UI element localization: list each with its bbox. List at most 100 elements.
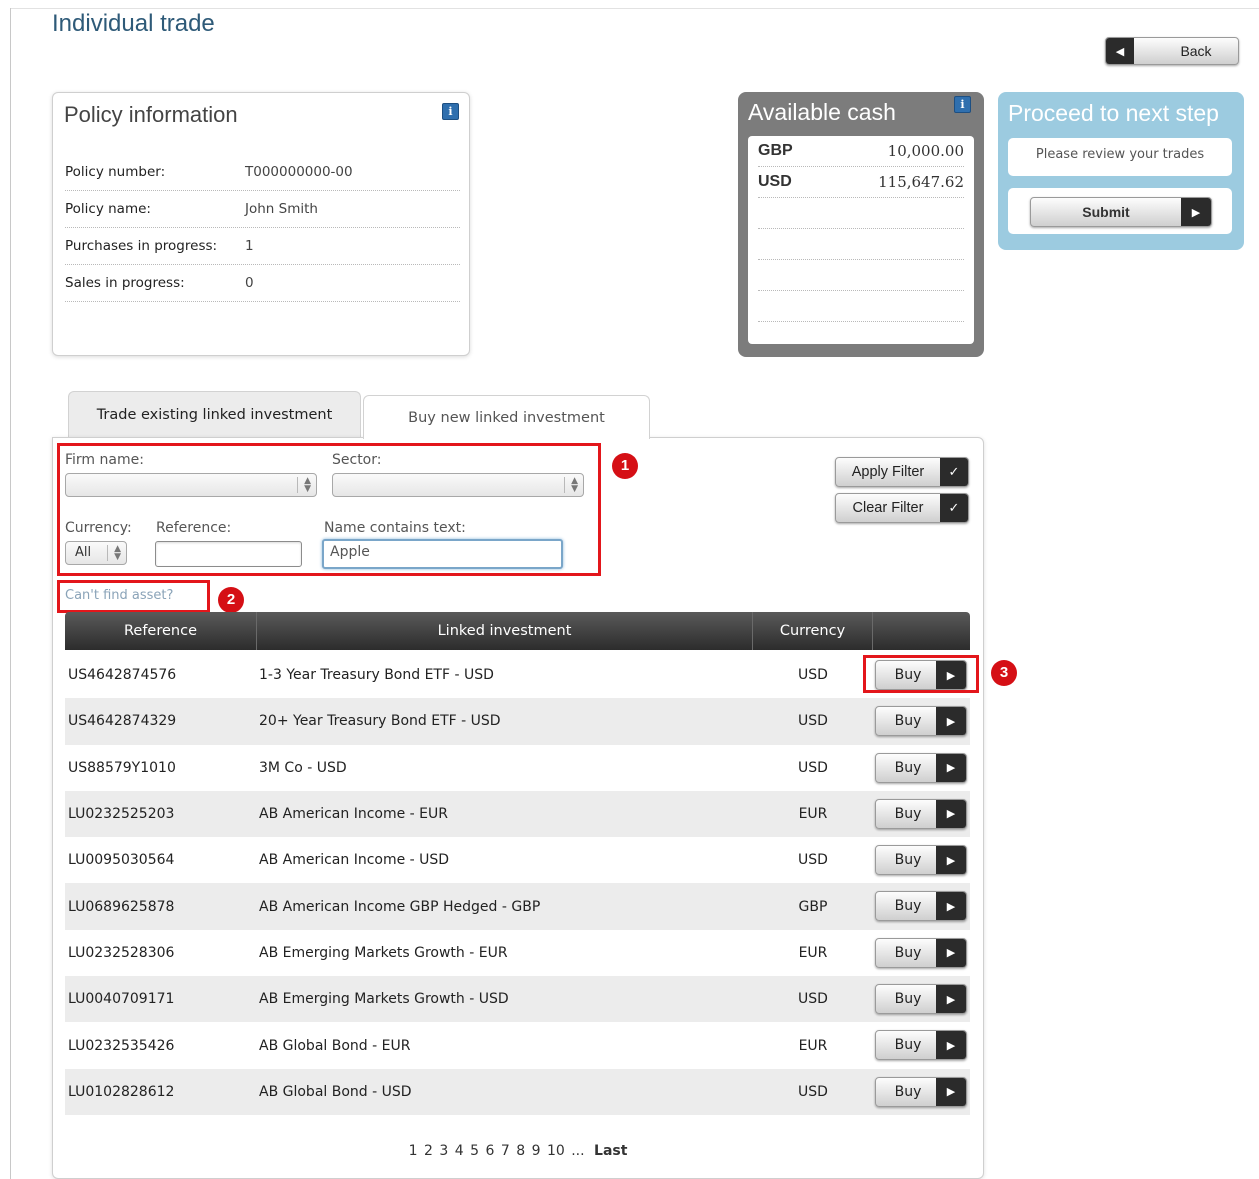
cell-currency: USD — [798, 759, 828, 776]
cell-linked-investment: AB Global Bond - EUR — [259, 1037, 411, 1054]
submit-container: Submit ▶ — [1008, 188, 1232, 234]
back-button[interactable]: ◀ Back — [1105, 37, 1239, 65]
cell-currency: USD — [798, 991, 828, 1008]
cell-currency: USD — [798, 667, 828, 684]
buy-button[interactable]: Buy ▶ — [875, 984, 967, 1015]
proceed-card: Proceed to next step Please review your … — [998, 92, 1244, 250]
table-row: LU0232525203 AB American Income - EUR EU… — [65, 790, 970, 838]
callout-box-filters — [57, 443, 601, 576]
buy-button[interactable]: Buy ▶ — [875, 1076, 967, 1107]
cell-currency: EUR — [798, 806, 828, 823]
buy-button-label: Buy — [894, 713, 922, 730]
buy-button[interactable]: Buy ▶ — [875, 845, 967, 876]
page-ellipsis: ... — [571, 1143, 585, 1159]
policy-row: Policy name: John Smith — [65, 191, 460, 228]
cash-info-icon[interactable]: i — [954, 96, 971, 113]
cell-reference: US88579Y1010 — [68, 759, 176, 776]
cash-amount: 115,647.62 — [878, 173, 964, 191]
proceed-card-title: Proceed to next step — [1008, 100, 1219, 126]
cash-row-empty — [758, 260, 964, 291]
back-arrow-icon: ◀ — [1106, 38, 1134, 64]
table-row: LU0040709171 AB Emerging Markets Growth … — [65, 976, 970, 1023]
cell-reference: LU0232528306 — [68, 944, 175, 961]
play-arrow-icon: ▶ — [936, 985, 966, 1014]
cell-reference: LU0232535426 — [68, 1037, 175, 1054]
cell-currency: USD — [798, 852, 828, 869]
page-link-6[interactable]: 6 — [485, 1143, 494, 1159]
cash-amount: 10,000.00 — [887, 142, 964, 160]
page-link-2[interactable]: 2 — [424, 1143, 433, 1159]
buy-button[interactable]: Buy ▶ — [875, 706, 967, 737]
frame-top-border — [10, 8, 1259, 9]
buy-button[interactable]: Buy ▶ — [875, 1030, 967, 1061]
play-arrow-icon: ▶ — [936, 799, 966, 828]
purchases-in-progress-label: Purchases in progress: — [65, 238, 218, 254]
buy-button[interactable]: Buy ▶ — [875, 752, 967, 783]
available-cash-card: Available cash i GBP 10,000.00 USD 115,6… — [738, 92, 984, 357]
policy-row: Policy number: T000000000-00 — [65, 154, 460, 191]
investment-table-body: US4642874576 1-3 Year Treasury Bond ETF … — [65, 652, 970, 1115]
buy-button[interactable]: Buy ▶ — [875, 937, 967, 968]
tab-buy-new[interactable]: Buy new linked investment — [363, 395, 650, 439]
table-header: Reference Linked investment Currency — [65, 612, 970, 650]
table-row: US4642874576 1-3 Year Treasury Bond ETF … — [65, 652, 970, 698]
page-link-3[interactable]: 3 — [439, 1143, 448, 1159]
table-row: LU0232528306 AB Emerging Markets Growth … — [65, 930, 970, 976]
tab-trade-existing[interactable]: Trade existing linked investment — [68, 391, 361, 437]
cash-row-empty — [758, 229, 964, 260]
page-link-8[interactable]: 8 — [516, 1143, 525, 1159]
callout-badge-1: 1 — [612, 453, 638, 479]
cell-reference: US4642874329 — [68, 713, 177, 730]
submit-button-label: Submit — [1082, 204, 1130, 220]
buy-button-label: Buy — [894, 944, 922, 961]
proceed-message: Please review your trades — [1008, 138, 1232, 176]
page-link-last[interactable]: Last — [594, 1143, 627, 1159]
page-link-10[interactable]: 10 — [547, 1143, 565, 1159]
policy-info-icon[interactable]: i — [442, 103, 459, 120]
cell-linked-investment: 1-3 Year Treasury Bond ETF - USD — [259, 667, 494, 684]
apply-filter-button[interactable]: Apply Filter ✓ — [835, 457, 969, 487]
buy-button[interactable]: Buy ▶ — [875, 891, 967, 922]
sales-in-progress-label: Sales in progress: — [65, 275, 185, 291]
cell-reference: LU0040709171 — [68, 991, 175, 1008]
callout-box-cant-find — [57, 580, 210, 613]
buy-button-label: Buy — [894, 991, 922, 1008]
sales-in-progress-value: 0 — [245, 275, 254, 291]
header-linked-investment: Linked investment — [257, 612, 753, 650]
back-button-label: Back — [1180, 43, 1212, 59]
table-row: US88579Y1010 3M Co - USD USD Buy ▶ — [65, 745, 970, 791]
page-link-7[interactable]: 7 — [501, 1143, 510, 1159]
page-link-5[interactable]: 5 — [470, 1143, 479, 1159]
clear-filter-label: Clear Filter — [852, 500, 924, 516]
cell-currency: USD — [798, 713, 828, 730]
policy-card-title: Policy information — [64, 102, 238, 127]
pagination: 1 2 3 4 5 6 7 8 9 10 ... Last — [0, 1143, 1036, 1159]
policy-name-value: John Smith — [245, 201, 318, 217]
clear-filter-button[interactable]: Clear Filter ✓ — [835, 493, 969, 523]
cell-linked-investment: AB American Income GBP Hedged - GBP — [259, 898, 541, 915]
cash-row-empty — [758, 291, 964, 322]
cell-linked-investment: 20+ Year Treasury Bond ETF - USD — [259, 713, 501, 730]
check-icon: ✓ — [940, 458, 968, 486]
policy-information-card: Policy information i Policy number: T000… — [52, 92, 470, 356]
policy-number-value: T000000000-00 — [245, 164, 353, 180]
page-link-4[interactable]: 4 — [455, 1143, 464, 1159]
submit-arrow-icon: ▶ — [1181, 198, 1211, 226]
check-icon: ✓ — [940, 494, 968, 522]
purchases-in-progress-value: 1 — [245, 238, 254, 254]
page-link-9[interactable]: 9 — [532, 1143, 541, 1159]
table-row: LU0689625878 AB American Income GBP Hedg… — [65, 883, 970, 930]
cell-reference: US4642874576 — [68, 667, 177, 684]
play-arrow-icon: ▶ — [936, 753, 966, 782]
policy-row: Sales in progress: 0 — [65, 265, 460, 302]
buy-button-label: Buy — [894, 1037, 922, 1054]
submit-button[interactable]: Submit ▶ — [1030, 197, 1212, 227]
play-arrow-icon: ▶ — [936, 1031, 966, 1060]
buy-button-label: Buy — [894, 759, 922, 776]
play-arrow-icon: ▶ — [936, 1077, 966, 1106]
cell-currency: GBP — [798, 898, 828, 915]
buy-button[interactable]: Buy ▶ — [875, 798, 967, 829]
callout-box-buy — [863, 655, 979, 693]
cell-linked-investment: AB Global Bond - USD — [259, 1083, 412, 1100]
page-link-1[interactable]: 1 — [409, 1143, 418, 1159]
